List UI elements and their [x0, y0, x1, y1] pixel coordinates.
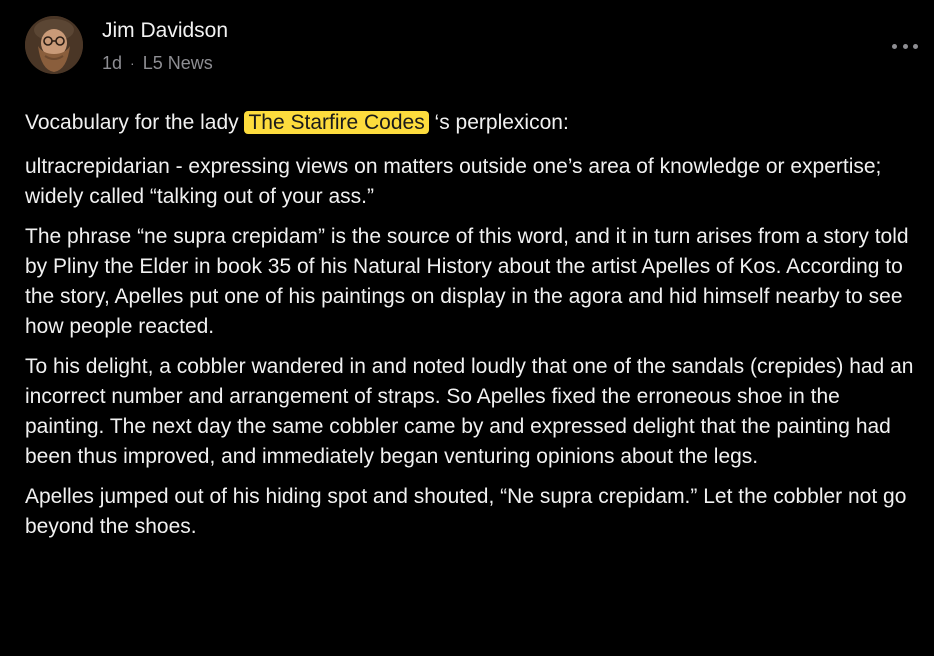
post-meta: 1d · L5 News: [102, 52, 213, 74]
more-options-icon[interactable]: [892, 36, 918, 56]
avatar[interactable]: [25, 16, 83, 74]
intro-text: Vocabulary for the lady: [25, 111, 245, 134]
more-dot: [902, 43, 908, 49]
post-age: 1d: [102, 53, 123, 73]
post-body: Vocabulary for the lady The Starfire Cod…: [25, 108, 915, 552]
mention-link[interactable]: The Starfire Codes: [244, 111, 429, 134]
more-dot: [892, 43, 897, 49]
user-avatar-photo-icon: [25, 16, 83, 74]
paragraph-cobbler: To his delight, a cobbler wandered in an…: [25, 355, 914, 468]
community-link[interactable]: L5 News: [143, 52, 213, 74]
paragraph-conclusion: Apelles jumped out of his hiding spot an…: [25, 485, 907, 538]
intro-suffix: ‘s perplexicon:: [428, 111, 569, 134]
author-name[interactable]: Jim Davidson: [102, 18, 228, 44]
meta-separator: ·: [130, 55, 135, 71]
post-intro: Vocabulary for the lady The Starfire Cod…: [25, 108, 915, 138]
post-card: Jim Davidson 1d · L5 News Vocabulary for…: [0, 0, 934, 656]
paragraph-definition: ultracrepidarian - expressing views on m…: [25, 155, 882, 208]
more-dot: [913, 43, 918, 49]
paragraph-origin: The phrase “ne supra crepidam” is the so…: [25, 225, 909, 338]
